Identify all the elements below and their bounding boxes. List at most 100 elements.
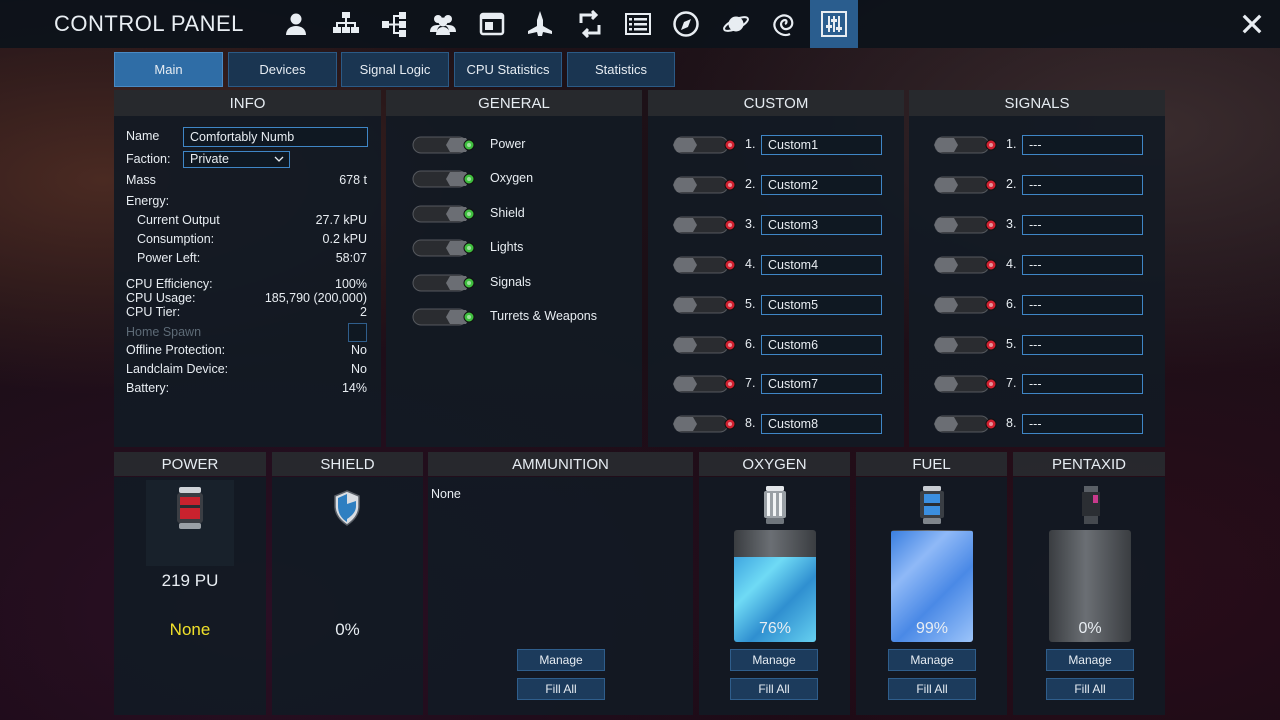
ammo-manage-button[interactable]: Manage xyxy=(517,649,605,671)
custom-number: 1. xyxy=(745,137,756,151)
custom-name-input[interactable]: Custom8 xyxy=(761,414,882,435)
tab-main[interactable]: Main xyxy=(114,52,223,87)
home-spawn-checkbox[interactable] xyxy=(348,323,367,342)
signal-name-input[interactable]: --- xyxy=(1022,214,1143,235)
planet-icon[interactable] xyxy=(712,0,760,48)
oxygen-heading: OXYGEN xyxy=(699,452,850,476)
compass-icon[interactable] xyxy=(662,0,710,48)
galaxy-icon[interactable] xyxy=(761,0,809,48)
signal-toggle[interactable] xyxy=(934,254,1000,276)
signal-toggle[interactable] xyxy=(934,134,1000,156)
signal-toggle[interactable] xyxy=(934,334,1000,356)
signal-name-input[interactable]: --- xyxy=(1022,174,1143,195)
custom-toggle[interactable] xyxy=(673,214,739,236)
signal-toggle[interactable] xyxy=(934,373,1000,395)
sliders-icon[interactable] xyxy=(810,0,858,48)
power-left-label: Power Left: xyxy=(137,251,201,265)
offline-protection-label: Offline Protection: xyxy=(126,343,226,357)
structure-icon[interactable] xyxy=(322,0,370,48)
signal-toggle[interactable] xyxy=(934,174,1000,196)
ammo-heading: AMMUNITION xyxy=(428,452,693,476)
signal-number: 3. xyxy=(1006,216,1017,231)
custom-toggle[interactable] xyxy=(673,334,739,356)
custom-number: 3. xyxy=(745,216,756,231)
custom-toggle[interactable] xyxy=(673,373,739,395)
player-icon[interactable] xyxy=(272,0,320,48)
list-icon[interactable] xyxy=(614,0,662,48)
pentaxid-fill-all-button[interactable]: Fill All xyxy=(1046,678,1134,700)
general-toggle[interactable] xyxy=(412,272,478,294)
custom-toggle[interactable] xyxy=(673,413,739,435)
signal-toggle[interactable] xyxy=(934,413,1000,435)
general-toggle[interactable] xyxy=(412,306,478,328)
general-item-label: Shield xyxy=(490,205,525,220)
signal-toggle[interactable] xyxy=(934,294,1000,316)
general-toggle[interactable] xyxy=(412,134,478,156)
custom-number: 4. xyxy=(745,256,756,271)
fuel-cell-icon xyxy=(175,487,205,532)
custom-heading: CUSTOM xyxy=(648,90,904,116)
ammo-fill-all-button[interactable]: Fill All xyxy=(517,678,605,700)
home-spawn-label: Home Spawn xyxy=(126,325,202,339)
shield-icon xyxy=(333,490,361,529)
signal-name-input[interactable]: --- xyxy=(1022,294,1143,315)
signal-number: 6. xyxy=(1006,296,1017,311)
battery-value: 14% xyxy=(341,381,367,395)
signal-number: 4. xyxy=(1006,256,1017,271)
oxygen-fill-all-button[interactable]: Fill All xyxy=(730,678,818,700)
faction-icon[interactable] xyxy=(419,0,467,48)
signal-name-input[interactable]: --- xyxy=(1022,334,1143,355)
pentaxid-manage-button[interactable]: Manage xyxy=(1046,649,1134,671)
general-toggle[interactable] xyxy=(412,168,478,190)
signal-number: 5. xyxy=(1006,336,1017,351)
power-heading: POWER xyxy=(114,452,266,476)
signal-number: 8. xyxy=(1006,416,1017,431)
fuel-manage-button[interactable]: Manage xyxy=(888,649,976,671)
fuel-fill-all-button[interactable]: Fill All xyxy=(888,678,976,700)
cpu-tier-label: CPU Tier: xyxy=(126,305,181,319)
pentaxid-percent: 0% xyxy=(1078,620,1102,637)
transfer-icon[interactable] xyxy=(566,0,614,48)
general-toggle[interactable] xyxy=(412,203,478,225)
custom-name-input[interactable]: Custom4 xyxy=(761,254,882,275)
fuel-percent: 99% xyxy=(915,620,949,637)
power-value: 219 PU xyxy=(161,571,219,590)
custom-name-input[interactable]: Custom5 xyxy=(761,294,882,315)
faction-value: Private xyxy=(190,152,229,166)
signal-name-input[interactable]: --- xyxy=(1022,374,1143,395)
custom-name-input[interactable]: Custom6 xyxy=(761,334,882,355)
custom-toggle[interactable] xyxy=(673,134,739,156)
custom-number: 6. xyxy=(745,336,756,351)
custom-name-input[interactable]: Custom1 xyxy=(761,135,882,155)
window-icon[interactable] xyxy=(468,0,516,48)
custom-name-input[interactable]: Custom3 xyxy=(761,214,882,235)
tab-statistics[interactable]: Statistics xyxy=(567,52,675,87)
cpu-tier-value: 2 xyxy=(360,305,367,319)
signal-name-input[interactable]: --- xyxy=(1022,414,1143,435)
network-icon[interactable] xyxy=(370,0,418,48)
tab-cpu-statistics[interactable]: CPU Statistics xyxy=(454,52,562,87)
landclaim-label: Landclaim Device: xyxy=(126,362,229,376)
custom-toggle[interactable] xyxy=(673,294,739,316)
custom-name-input[interactable]: Custom2 xyxy=(761,174,882,195)
faction-select[interactable]: Private xyxy=(183,151,290,168)
mass-label: Mass xyxy=(126,173,156,187)
fuel-heading: FUEL xyxy=(856,452,1007,476)
tab-devices[interactable]: Devices xyxy=(228,52,337,87)
cpu-usage-value: 185,790 (200,000) xyxy=(264,291,367,305)
power-fuel-state: None xyxy=(169,620,211,639)
oxygen-manage-button[interactable]: Manage xyxy=(730,649,818,671)
close-icon[interactable] xyxy=(1232,4,1272,44)
fuel-canister-icon xyxy=(919,486,945,527)
ship-name-input[interactable]: Comfortably Numb xyxy=(183,127,368,147)
tab-signal-logic[interactable]: Signal Logic xyxy=(341,52,449,87)
signal-name-input[interactable]: --- xyxy=(1022,254,1143,275)
custom-toggle[interactable] xyxy=(673,254,739,276)
ship-icon[interactable] xyxy=(516,0,564,48)
custom-name-input[interactable]: Custom7 xyxy=(761,374,882,395)
general-toggle[interactable] xyxy=(412,237,478,259)
signal-toggle[interactable] xyxy=(934,214,1000,236)
custom-number: 8. xyxy=(745,416,756,431)
signal-name-input[interactable]: --- xyxy=(1022,135,1143,155)
custom-toggle[interactable] xyxy=(673,174,739,196)
